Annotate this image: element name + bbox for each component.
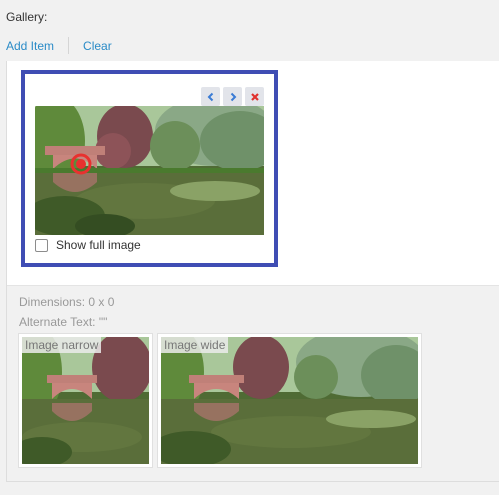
item-thumbnail[interactable] [35,106,264,235]
preview-wide[interactable]: Image wide [158,334,421,467]
remove-item-button[interactable] [245,87,264,106]
item-controls [201,87,264,106]
park-bridge-wide-image [161,337,418,464]
chevron-right-icon [230,92,236,101]
gallery-item-card[interactable]: Show full image [21,70,278,267]
park-bridge-image [35,106,264,235]
clear-link[interactable]: Clear [83,39,112,53]
move-right-button[interactable] [223,87,242,106]
close-icon [250,92,259,101]
show-full-image-label: Show full image [56,238,141,252]
action-separator [68,37,70,54]
preview-narrow[interactable]: Image narrow [19,334,152,467]
chevron-left-icon [207,92,213,101]
dimensions-text: Dimensions: 0 x 0 [19,295,115,309]
park-bridge-narrow-image [22,337,149,464]
move-left-button[interactable] [201,87,220,106]
preview-wide-label: Image wide [161,337,229,353]
gallery-panel: Show full image Dimensions: 0 x 0 Altern… [6,61,499,482]
show-full-image-checkbox[interactable] [35,238,48,252]
gallery-label: Gallery: [6,10,48,24]
preview-narrow-label: Image narrow [22,337,102,353]
gallery-items-area: Show full image [7,61,499,286]
alternate-text: Alternate Text: "" [19,315,108,329]
gallery-actions: Add Item Clear [6,37,112,54]
show-full-image-option[interactable]: Show full image [35,238,141,252]
add-item-link[interactable]: Add Item [6,39,54,53]
